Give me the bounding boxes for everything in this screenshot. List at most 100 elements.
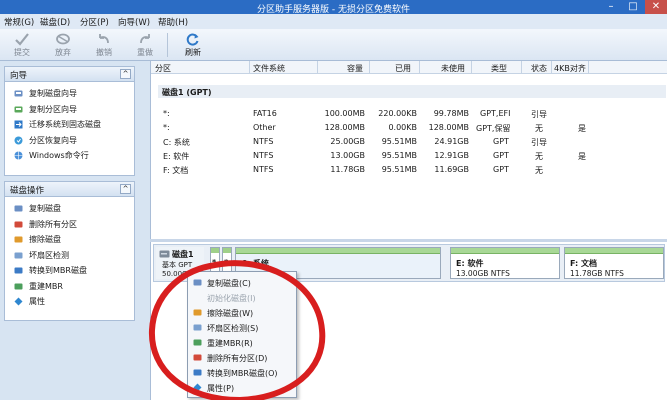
cell-type: GPT,保留 [476,124,511,133]
ctx-label: 重建MBR(R) [207,339,253,348]
wizard-collapse-button[interactable]: ^ [120,69,131,79]
convert-mbr-icon [193,369,202,376]
wizard-item-windows-cmd[interactable]: Windows命令行 [5,148,134,164]
submit-icon [15,33,29,46]
disk-op-label: 擦除磁盘 [29,235,61,244]
copy-disk-icon [14,90,23,97]
cell-filesystem: NTFS [253,151,274,160]
disk-op-rebuild-mbr[interactable]: 重建MBR [5,279,134,295]
partition-efi-label: * [212,258,217,267]
ctx-copy-disk[interactable]: 复制磁盘(C) [188,275,296,290]
cell-capacity: 11.78GB [330,165,365,174]
copy-disk-icon [14,205,23,212]
col-status[interactable]: 状态 [531,63,547,74]
ctx-convert-mbr[interactable]: 转换到MBR磁盘(O) [188,365,296,380]
menu-general[interactable]: 常规(G) [4,16,34,28]
ctx-wipe-disk[interactable]: 擦除磁盘(W) [188,305,296,320]
partition-f[interactable]: F: 文档 11.78GB NTFS [564,247,664,279]
table-row[interactable]: *: Other 128.00MB 0.00KB 128.00MB GPT,保留… [151,120,667,134]
disk-op-label: 复制磁盘 [29,204,61,213]
wizard-panel: 向导 ^ 复制磁盘向导 复制分区向导 迁移系统到固态磁盘 分区恢复向导 Wind… [4,66,135,176]
disk-op-label: 坏扇区检测 [29,250,69,260]
globe-icon [14,151,23,160]
menu-disk[interactable]: 磁盘(D) [40,16,70,28]
wizard-item-copy-partition[interactable]: 复制分区向导 [5,102,134,118]
ctx-properties[interactable]: 属性(P) [188,380,296,395]
maximize-button[interactable]: □ [622,0,644,14]
menu-help[interactable]: 帮助(H) [158,16,188,28]
partition-c-name: C: 系统 [241,259,269,268]
refresh-label: 刷新 [185,48,201,57]
table-row[interactable]: C: 系统 NTFS 25.00GB 95.51MB 24.91GB GPT 引… [151,134,667,148]
col-used[interactable]: 已用 [395,63,411,74]
table-row[interactable]: *: FAT16 100.00MB 220.00KB 99.78MB GPT,E… [151,106,667,120]
refresh-button[interactable]: 刷新 [178,31,208,59]
disk-op-label: 转换到MBR磁盘 [29,266,87,275]
context-menu: 复制磁盘(C) 初始化磁盘(I) 擦除磁盘(W) 坏扇区检测(S) 重建MBR(… [187,271,297,398]
disk-ops-collapse-button[interactable]: ^ [120,184,131,194]
partition-e-info: 13.00GB NTFS [456,269,510,278]
wizard-panel-header: 向导 ^ [5,67,134,82]
undo-icon [99,34,109,44]
cell-used: 95.51MB [381,137,417,146]
close-button[interactable]: ✕ [645,0,667,14]
disk-type: 基本 GPT [162,261,193,269]
disk-group-label: 磁盘1 (GPT) [162,88,212,97]
disk-op-copy-disk[interactable]: 复制磁盘 [5,201,134,217]
disk-op-delete-all[interactable]: 删除所有分区 [5,217,134,233]
minimize-button[interactable]: – [600,0,622,14]
refresh-icon [186,33,199,46]
table-row[interactable]: E: 软件 NTFS 13.00GB 95.51MB 12.91GB GPT 无… [151,148,667,162]
cell-used: 95.51MB [381,165,417,174]
wipe-disk-icon [14,236,23,243]
cell-status: 无 [535,152,543,161]
disk-op-convert-mbr[interactable]: 转换到MBR磁盘 [5,263,134,279]
disk-op-properties[interactable]: 属性 [5,294,134,310]
cell-unused: 11.69GB [434,165,469,174]
cell-status: 引导 [531,110,547,119]
cell-status: 无 [535,124,543,133]
undo-button[interactable]: 撤销 [89,31,119,59]
toolbar-separator [167,33,168,57]
wizard-item-label: 复制分区向导 [29,104,77,114]
col-filesystem[interactable]: 文件系统 [253,63,285,74]
discard-button[interactable]: 放弃 [48,31,78,59]
disk-group-row[interactable]: 磁盘1 (GPT) [158,85,666,98]
undo-label: 撤销 [96,48,112,57]
wizard-panel-title: 向导 [10,71,28,81]
col-type[interactable]: 类型 [491,63,507,74]
wizard-item-partition-recovery[interactable]: 分区恢复向导 [5,133,134,149]
bad-sector-icon [14,252,23,258]
ctx-rebuild-mbr[interactable]: 重建MBR(R) [188,335,296,350]
cell-partition: E: 软件 [163,152,190,161]
cell-partition: *: [163,109,170,118]
redo-button[interactable]: 重做 [130,31,160,59]
partition-e[interactable]: E: 软件 13.00GB NTFS [450,247,560,279]
ctx-delete-partitions[interactable]: 删除所有分区(D) [188,350,296,365]
disk-ops-panel: 磁盘操作 ^ 复制磁盘 删除所有分区 擦除磁盘 坏扇区检测 转换到MBR磁盘 重… [4,181,135,321]
col-partition[interactable]: 分区 [155,63,171,74]
wizard-item-copy-disk[interactable]: 复制磁盘向导 [5,86,134,102]
copy-partition-icon [14,106,23,112]
cell-capacity: 13.00GB [330,151,365,160]
wizard-item-migrate-os[interactable]: 迁移系统到固态磁盘 [5,117,134,133]
ctx-init-disk: 初始化磁盘(I) [188,290,296,305]
ctx-bad-sector[interactable]: 坏扇区检测(S) [188,320,296,335]
disk-op-wipe[interactable]: 擦除磁盘 [5,232,134,248]
table-row[interactable]: F: 文档 NTFS 11.78GB 95.51MB 11.69GB GPT 无 [151,162,667,176]
disk-ops-panel-title: 磁盘操作 [10,186,45,196]
wizard-item-label: 复制磁盘向导 [29,89,77,98]
menu-bar: 常规(G) 磁盘(D) 分区(P) 向导(W) 帮助(H) [0,14,667,29]
delete-partitions-icon [14,221,23,227]
wizard-item-label: 分区恢复向导 [29,135,77,145]
submit-button[interactable]: 提交 [7,31,37,59]
col-capacity[interactable]: 容量 [347,63,363,74]
menu-partition[interactable]: 分区(P) [80,16,109,28]
ctx-label: 初始化磁盘(I) [207,294,256,303]
delete-partitions-icon [193,354,202,361]
col-4k-align[interactable]: 4KB对齐 [554,63,586,74]
disk-op-bad-sector[interactable]: 坏扇区检测 [5,248,134,264]
redo-label: 重做 [137,48,153,57]
menu-wizard[interactable]: 向导(W) [118,16,150,28]
col-unused[interactable]: 未使用 [441,63,465,74]
